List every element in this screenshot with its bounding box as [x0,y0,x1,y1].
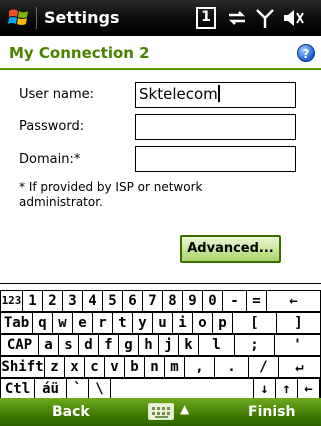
key-1[interactable]: 1 [22,290,42,312]
username-label: User name: [19,87,95,102]
key-2[interactable]: 2 [42,290,62,312]
keyboard-row-home: CAP a s d f g h j k l ; ' [0,334,321,356]
domain-field[interactable] [135,146,296,172]
help-icon[interactable]: ? [297,44,315,62]
keyboard-row-qwerty: Tab q w e r t y u i o p [ ] [0,312,321,334]
key-close-bracket[interactable]: ] [276,312,321,334]
title-separator [36,7,37,29]
key-apostrophe[interactable]: ' [274,334,321,356]
key-8[interactable]: 8 [162,290,182,312]
page-header: My Connection 2 ? [0,36,321,70]
key-minus[interactable]: - [222,290,246,312]
key-ctl[interactable]: Ctl [0,378,34,400]
key-6[interactable]: 6 [122,290,142,312]
title-bar: Settings 1 [0,0,321,36]
key-f[interactable]: f [98,334,118,356]
password-label: Password: [19,119,85,134]
signal-icon[interactable] [255,7,275,29]
key-d[interactable]: d [78,334,98,356]
key-k[interactable]: k [178,334,198,356]
soft-key-bar: Back ▲ Finish [0,398,321,426]
key-123[interactable]: 123 [0,290,22,312]
key-3[interactable]: 3 [62,290,82,312]
windows-flag-icon[interactable] [7,6,31,30]
key-v[interactable]: v [104,356,124,378]
key-i[interactable]: i [172,312,192,334]
key-7[interactable]: 7 [142,290,162,312]
key-caps[interactable]: CAP [0,334,38,356]
key-t[interactable]: t [112,312,132,334]
key-accents[interactable]: áü [34,378,66,400]
key-equals[interactable]: = [246,290,266,312]
page-title: My Connection 2 [9,44,150,62]
key-backslash[interactable]: \ [88,378,110,400]
key-e[interactable]: e [72,312,92,334]
key-period[interactable]: . [214,356,248,378]
key-b[interactable]: b [124,356,144,378]
key-open-bracket[interactable]: [ [232,312,276,334]
soft-keyboard: 123 1 2 3 4 5 6 7 8 9 0 - = ← Tab q w e … [0,283,321,400]
key-h[interactable]: h [138,334,158,356]
key-slash[interactable]: / [248,356,278,378]
key-arrow-down[interactable]: ↓ [253,378,275,400]
key-g[interactable]: g [118,334,138,356]
finish-softkey[interactable]: Finish [248,404,295,420]
password-field[interactable] [135,114,296,140]
input-menu-arrow-icon[interactable]: ▲ [180,402,189,416]
key-p[interactable]: p [212,312,232,334]
key-q[interactable]: q [32,312,52,334]
key-space[interactable] [110,378,253,400]
key-m[interactable]: m [164,356,184,378]
isp-note: * If provided by ISP or network administ… [19,180,203,209]
key-x[interactable]: x [64,356,84,378]
text-caret [217,85,220,102]
key-n[interactable]: n [144,356,164,378]
key-w[interactable]: w [52,312,72,334]
key-tab[interactable]: Tab [0,312,32,334]
domain-label: Domain:* [19,152,81,167]
keyboard-row-bottom: Shift z x c v b n m , . / ↵ [0,356,321,378]
key-l[interactable]: l [198,334,234,356]
key-arrow-left[interactable]: ← [297,378,319,400]
key-comma[interactable]: , [184,356,214,378]
key-s[interactable]: s [58,334,78,356]
key-backspace[interactable]: ← [266,290,321,312]
key-backtick[interactable]: ` [66,378,88,400]
keyboard-row-controls: Ctl áü ` \ ↓ ↑ ← → [0,378,321,400]
username-field[interactable]: Sktelecom [135,82,296,108]
key-a[interactable]: a [38,334,58,356]
volume-icon[interactable] [282,7,306,29]
keyboard-row-numbers: 123 1 2 3 4 5 6 7 8 9 0 - = ← [0,290,321,312]
key-5[interactable]: 5 [102,290,122,312]
sync-icon[interactable] [226,7,248,29]
key-arrow-up[interactable]: ↑ [275,378,297,400]
key-c[interactable]: c [84,356,104,378]
advanced-button[interactable]: Advanced... [180,235,281,263]
app-title[interactable]: Settings [44,8,120,27]
keyboard-icon[interactable] [148,403,174,420]
key-shift[interactable]: Shift [0,356,44,378]
key-u[interactable]: u [152,312,172,334]
back-softkey[interactable]: Back [52,404,90,420]
key-enter[interactable]: ↵ [278,356,321,378]
key-z[interactable]: z [44,356,64,378]
key-r[interactable]: r [92,312,112,334]
key-j[interactable]: j [158,334,178,356]
key-4[interactable]: 4 [82,290,102,312]
key-semicolon[interactable]: ; [234,334,274,356]
notification-one-icon[interactable]: 1 [196,7,216,29]
key-y[interactable]: y [132,312,152,334]
key-0[interactable]: 0 [202,290,222,312]
username-value: Sktelecom [139,85,218,103]
key-o[interactable]: o [192,312,212,334]
key-9[interactable]: 9 [182,290,202,312]
